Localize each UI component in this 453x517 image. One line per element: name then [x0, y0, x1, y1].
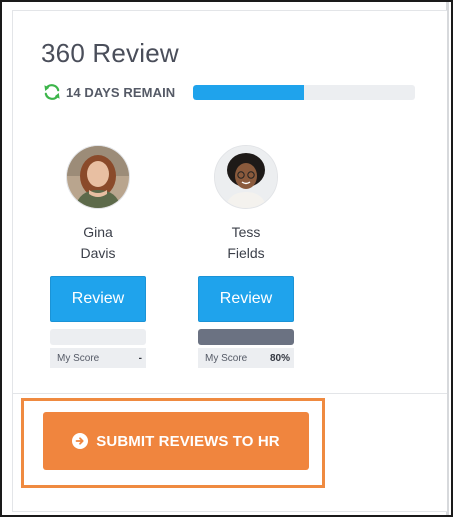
reviewee-card-gina-davis: Gina Davis Review My Score -: [50, 145, 146, 368]
score-value: 80%: [269, 352, 290, 364]
score-row: My Score -: [50, 348, 146, 368]
progress-fill: [193, 85, 304, 100]
arrow-right-circle-icon: [72, 433, 89, 449]
avatar: [66, 145, 130, 209]
reviewee-card-tess-fields: Tess Fields Review My Score 80%: [198, 145, 294, 368]
score-value: -: [138, 352, 142, 364]
submit-reviews-label: SUBMIT REVIEWS TO HR: [96, 432, 280, 450]
page-title: 360 Review: [41, 38, 179, 68]
score-row: My Score 80%: [198, 348, 294, 368]
reviewee-last-name: Fields: [227, 245, 265, 261]
review-period-progress-bar: [193, 85, 415, 100]
submit-highlight-box: SUBMIT REVIEWS TO HR: [21, 398, 325, 488]
score-label: My Score: [205, 352, 248, 364]
review-button-tess-fields[interactable]: Review: [198, 276, 294, 322]
reviewee-first-name: Tess: [231, 224, 261, 240]
score-label: My Score: [57, 352, 100, 364]
review-card: 360 Review 14 DAYS REMAIN Gina Davis Rev…: [12, 10, 447, 512]
reviewee-first-name: Gina: [83, 224, 113, 240]
days-remaining-status: 14 DAYS REMAIN: [42, 82, 175, 102]
reviewee-name: Gina Davis: [50, 222, 146, 264]
reviewee-name: Tess Fields: [198, 222, 294, 264]
refresh-icon: [42, 82, 62, 102]
reviewee-last-name: Davis: [80, 245, 116, 261]
score-bar: [198, 329, 294, 345]
submit-reviews-button[interactable]: SUBMIT REVIEWS TO HR: [43, 412, 309, 470]
section-divider: [13, 393, 447, 394]
window-frame: 360 Review 14 DAYS REMAIN Gina Davis Rev…: [0, 0, 453, 517]
avatar: [214, 145, 278, 209]
score-fill: [198, 329, 294, 345]
score-bar: [50, 329, 146, 345]
review-button-gina-davis[interactable]: Review: [50, 276, 146, 322]
days-remaining-label: 14 DAYS REMAIN: [66, 84, 176, 100]
